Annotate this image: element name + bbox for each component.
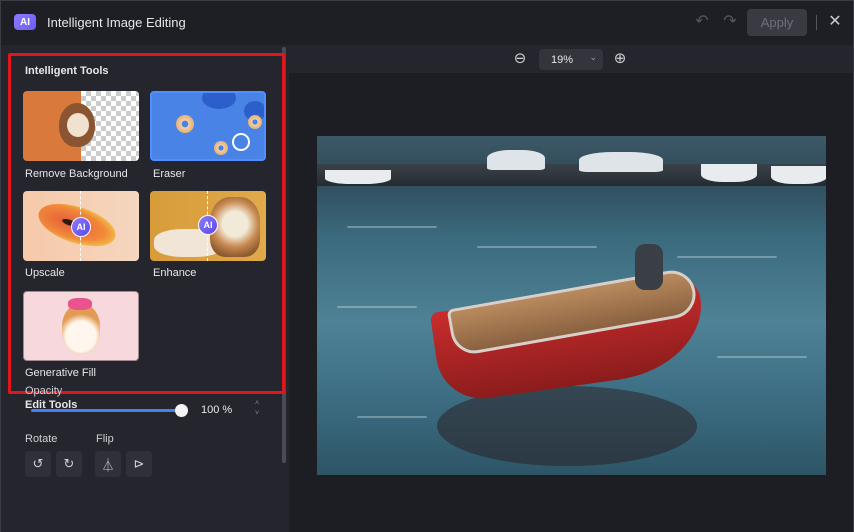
close-icon[interactable]: ✕ bbox=[825, 12, 845, 32]
ai-badge-icon: AI bbox=[198, 215, 218, 235]
edited-image[interactable] bbox=[317, 136, 826, 475]
remove-background-card[interactable] bbox=[23, 91, 139, 161]
flip-horizontal-button[interactable]: ⏃ bbox=[95, 451, 121, 477]
rotate-right-button[interactable]: ↻ bbox=[56, 451, 82, 477]
flip-horizontal-icon: ⏃ bbox=[101, 457, 115, 473]
rotate-label: Rotate bbox=[25, 433, 58, 445]
opacity-label: Opacity bbox=[25, 385, 63, 397]
boat-cover bbox=[579, 152, 663, 172]
water-ripple bbox=[357, 416, 427, 418]
opacity-stepper[interactable]: ˄ ˅ bbox=[251, 399, 263, 421]
generative-fill-card[interactable] bbox=[23, 291, 139, 361]
white-boat bbox=[701, 164, 757, 182]
zoom-out-icon[interactable]: ⊖ bbox=[511, 50, 529, 68]
ai-badge-icon: AI bbox=[71, 217, 91, 237]
upscale-card[interactable]: AI bbox=[23, 191, 139, 261]
water-ripple bbox=[477, 246, 597, 248]
flip-label: Flip bbox=[96, 433, 114, 445]
outboard-motor bbox=[635, 244, 663, 290]
shape-blob bbox=[202, 93, 236, 109]
water-ripple bbox=[677, 256, 777, 258]
undo-icon[interactable]: ↶ bbox=[693, 13, 711, 31]
opacity-slider-track[interactable] bbox=[31, 409, 181, 412]
generative-fill-label: Generative Fill bbox=[25, 367, 96, 379]
boat-cover bbox=[487, 150, 545, 170]
white-boat bbox=[325, 170, 391, 184]
water-ripple bbox=[717, 356, 807, 358]
flip-vertical-button[interactable]: ⊳ bbox=[126, 451, 152, 477]
water-ripple bbox=[337, 306, 417, 308]
enhance-card[interactable]: AI bbox=[150, 191, 266, 261]
window-title: Intelligent Image Editing bbox=[47, 15, 186, 30]
zoom-level-select[interactable]: 19% ⌄ bbox=[539, 49, 603, 70]
intelligent-tools-title: Intelligent Tools bbox=[25, 65, 109, 77]
zoom-level-value: 19% bbox=[551, 53, 574, 66]
opacity-value[interactable]: 100 % bbox=[201, 404, 232, 416]
donut-shape bbox=[248, 115, 262, 129]
water-ripple bbox=[347, 226, 437, 228]
dog-face bbox=[67, 113, 89, 137]
eraser-card[interactable] bbox=[150, 91, 266, 161]
flip-vertical-icon: ⊳ bbox=[133, 456, 145, 471]
eraser-label: Eraser bbox=[153, 168, 186, 180]
app-window: AI Intelligent Image Editing ↶ ↷ Apply ✕… bbox=[0, 0, 854, 532]
chevron-down-icon: ⌄ bbox=[589, 52, 597, 62]
app-logo-icon: AI bbox=[14, 14, 36, 30]
eraser-cursor-icon bbox=[232, 133, 250, 151]
pink-bow bbox=[68, 298, 92, 310]
upscale-label: Upscale bbox=[25, 267, 65, 279]
donut-shape bbox=[214, 141, 228, 155]
white-boat bbox=[771, 166, 826, 184]
zoom-in-icon[interactable]: ⊕ bbox=[611, 50, 629, 68]
apply-button[interactable]: Apply bbox=[747, 9, 807, 36]
rotate-left-button[interactable]: ↺ bbox=[25, 451, 51, 477]
enhance-label: Enhance bbox=[153, 267, 197, 279]
donut-shape bbox=[176, 115, 194, 133]
opacity-slider-handle[interactable] bbox=[175, 404, 188, 417]
stepper-up-icon[interactable]: ˄ bbox=[251, 399, 263, 409]
stepper-down-icon[interactable]: ˅ bbox=[251, 409, 263, 419]
title-bar: AI Intelligent Image Editing ↶ ↷ Apply ✕ bbox=[1, 1, 853, 45]
shiba-dog-illustration bbox=[62, 304, 100, 354]
rotate-right-icon: ↻ bbox=[63, 456, 75, 471]
titlebar-divider bbox=[816, 15, 817, 30]
rotate-left-icon: ↺ bbox=[32, 456, 44, 471]
remove-background-label: Remove Background bbox=[25, 168, 128, 180]
redo-icon[interactable]: ↷ bbox=[721, 13, 739, 31]
zoom-toolbar: ⊖ 19% ⌄ ⊕ bbox=[289, 45, 853, 73]
